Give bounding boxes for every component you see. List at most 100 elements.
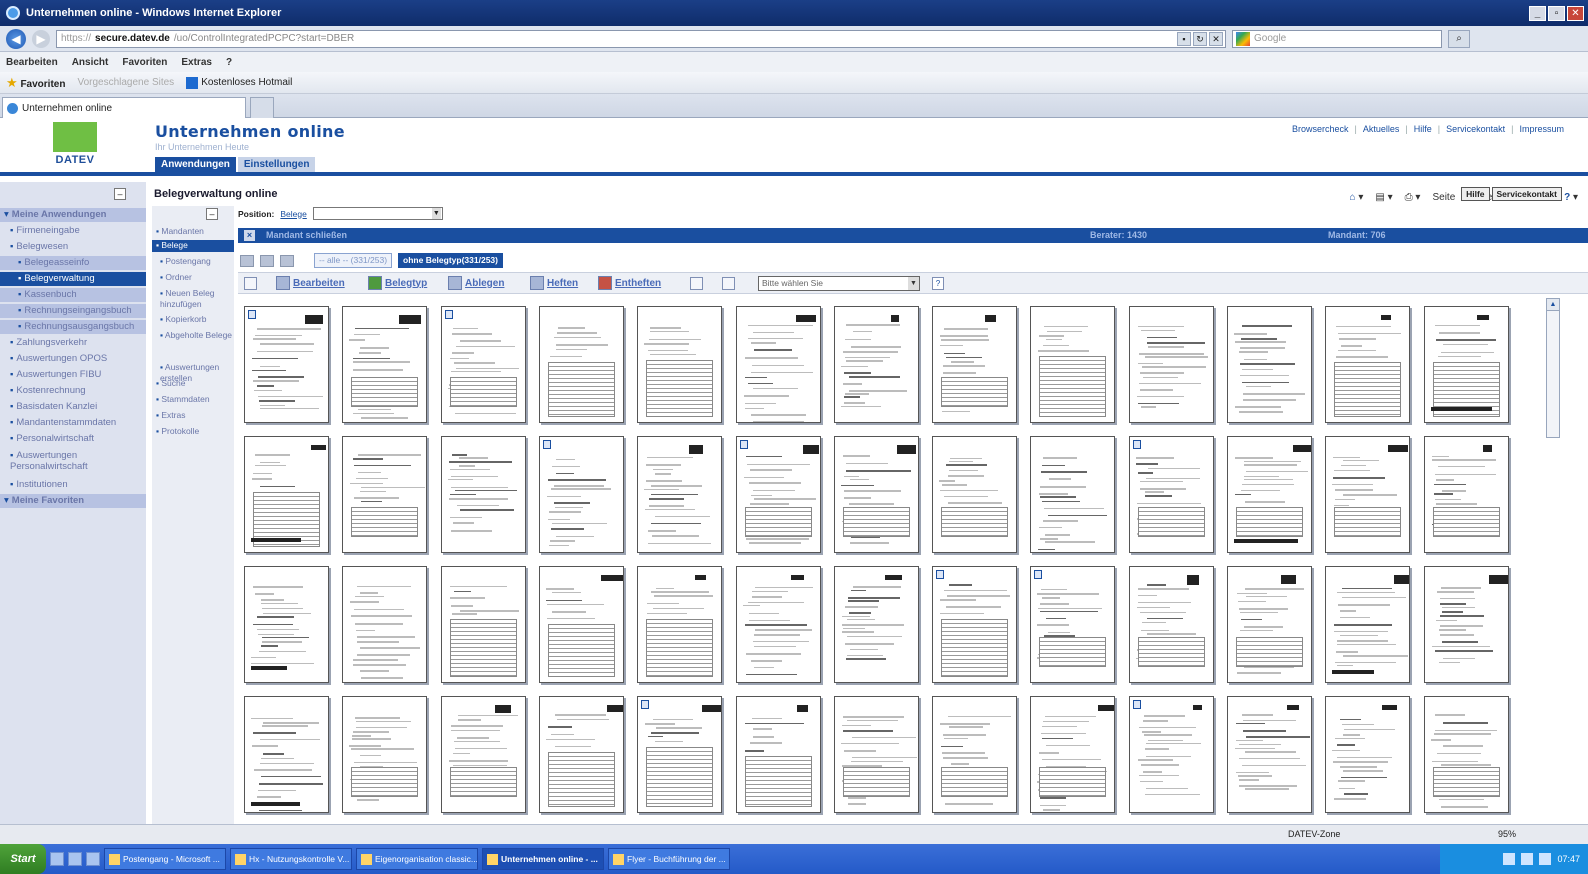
subnav-item-kopierkorb[interactable]: ▪ Kopierkorb: [152, 314, 234, 326]
hilfe-button[interactable]: Hilfe: [1461, 187, 1490, 201]
document-thumbnail[interactable]: [342, 306, 427, 423]
sidebar-item-kassenbuch[interactable]: ▪ Kassenbuch: [0, 288, 146, 302]
taskbar-task[interactable]: Unternehmen online - ...: [482, 848, 604, 870]
sidebar-item-institutionen[interactable]: ▪ Institutionen: [0, 478, 146, 492]
document-thumbnail[interactable]: [834, 566, 919, 683]
document-thumbnail[interactable]: [441, 436, 526, 553]
impressum-link[interactable]: Impressum: [1519, 124, 1564, 134]
document-thumbnail[interactable]: [637, 696, 722, 813]
close-button[interactable]: ✕: [1567, 5, 1584, 21]
document-thumbnail[interactable]: [1129, 436, 1214, 553]
sidebar-item-belegverwaltung[interactable]: ▪ Belegverwaltung: [0, 272, 146, 286]
document-thumbnail[interactable]: [1030, 696, 1115, 813]
document-thumbnail[interactable]: [736, 306, 821, 423]
bearbeiten-button[interactable]: Bearbeiten: [276, 276, 345, 290]
document-thumbnail[interactable]: [244, 696, 329, 813]
document-thumbnail[interactable]: [1030, 306, 1115, 423]
maximize-button[interactable]: ▫: [1548, 5, 1565, 21]
tray-icon[interactable]: [1503, 853, 1516, 865]
collapse-subnav-button[interactable]: –: [206, 208, 218, 220]
servicekontakt-button[interactable]: Servicekontakt: [1491, 187, 1562, 201]
document-thumbnail[interactable]: [736, 566, 821, 683]
subnav-item-stammdaten[interactable]: ▪ Stammdaten: [152, 394, 234, 406]
sidebar-item-mandantenstammdaten[interactable]: ▪ Mandantenstammdaten: [0, 416, 146, 430]
document-thumbnail[interactable]: [834, 696, 919, 813]
aktuelles-link[interactable]: Aktuelles: [1363, 124, 1400, 134]
help-icon[interactable]: ? ▾: [1564, 192, 1578, 203]
subnav-item-postengang[interactable]: ▪ Postengang: [152, 256, 234, 268]
help-question-button[interactable]: ?: [932, 277, 944, 290]
view-list-icon[interactable]: [240, 254, 254, 267]
refresh-icon[interactable]: ↻: [1193, 31, 1207, 46]
close-mandant-link[interactable]: Mandant schließen: [266, 228, 347, 243]
back-button[interactable]: ◀: [6, 28, 26, 49]
document-thumbnail[interactable]: [539, 306, 624, 423]
document-icon[interactable]: [690, 277, 703, 290]
document-thumbnail[interactable]: [736, 696, 821, 813]
sidebar-item-basisdaten-kanzlei[interactable]: ▪ Basisdaten Kanzlei: [0, 400, 146, 414]
sidebar-item-kostenrechnung[interactable]: ▪ Kostenrechnung: [0, 384, 146, 398]
document-thumbnail[interactable]: [244, 306, 329, 423]
print-icon[interactable]: [722, 277, 735, 290]
sidebar-item-belegwesen[interactable]: ▪ Belegwesen: [0, 240, 146, 254]
document-thumbnail[interactable]: [1129, 696, 1214, 813]
heften-button[interactable]: Heften: [530, 276, 578, 290]
subnav-item-extras[interactable]: ▪ Extras: [152, 410, 234, 422]
filter-ohne-belegtyp[interactable]: ohne Belegtyp(331/253): [398, 253, 503, 268]
lock-icon[interactable]: ▪: [1177, 31, 1191, 46]
sidebar-item-rechnungsausgangsbuch[interactable]: ▪ Rechnungsausgangsbuch: [0, 320, 146, 334]
quicklaunch-ie-icon[interactable]: [50, 852, 64, 866]
hotmail-link[interactable]: Kostenloses Hotmail: [186, 76, 292, 89]
document-thumbnail[interactable]: [932, 436, 1017, 553]
document-thumbnail[interactable]: [1227, 566, 1312, 683]
document-thumbnail[interactable]: [1030, 566, 1115, 683]
start-button[interactable]: Start: [0, 844, 46, 874]
document-thumbnail[interactable]: [539, 436, 624, 553]
document-thumbnail[interactable]: [1129, 306, 1214, 423]
document-thumbnail[interactable]: [637, 306, 722, 423]
favorites-button[interactable]: ★ Favoriten: [6, 75, 65, 91]
quicklaunch-desktop-icon[interactable]: [68, 852, 82, 866]
menu-extras[interactable]: Extras: [181, 57, 212, 68]
tab-einstellungen[interactable]: Einstellungen: [237, 157, 316, 172]
document-thumbnail[interactable]: [441, 566, 526, 683]
tray-icon[interactable]: [1539, 853, 1552, 865]
refresh-view-icon[interactable]: [244, 277, 257, 290]
menu-edit[interactable]: Bearbeiten: [6, 57, 58, 68]
subnav-item-neuen-beleg-hinzufügen[interactable]: ▪ Neuen Beleg hinzufügen: [152, 288, 234, 310]
ablegen-button[interactable]: Ablegen: [448, 276, 504, 290]
document-thumbnail[interactable]: [1227, 306, 1312, 423]
servicekontakt-link[interactable]: Servicekontakt: [1446, 124, 1505, 134]
close-mandant-icon[interactable]: ×: [244, 230, 255, 241]
document-thumbnail[interactable]: [244, 566, 329, 683]
document-thumbnail[interactable]: [1325, 566, 1410, 683]
document-thumbnail[interactable]: [539, 566, 624, 683]
document-thumbnail[interactable]: [1129, 566, 1214, 683]
menu-view[interactable]: Ansicht: [72, 57, 109, 68]
document-thumbnail[interactable]: [637, 566, 722, 683]
print-icon[interactable]: ⎙ ▾: [1405, 192, 1421, 203]
view-thumbnail-icon[interactable]: [280, 254, 294, 267]
sidebar-item-auswertungen-opos[interactable]: ▪ Auswertungen OPOS: [0, 352, 146, 366]
hilfe-link[interactable]: Hilfe: [1414, 124, 1432, 134]
collapse-nav-button[interactable]: –: [114, 188, 126, 200]
document-thumbnail[interactable]: [1325, 306, 1410, 423]
browser-tab-active[interactable]: Unternehmen online: [2, 97, 246, 118]
document-thumbnail[interactable]: [342, 436, 427, 553]
cmd-page[interactable]: Seite: [1432, 192, 1455, 203]
sidebar-item-firmeneingabe[interactable]: ▪ Firmeneingabe: [0, 224, 146, 238]
document-thumbnail[interactable]: [1030, 436, 1115, 553]
document-thumbnail[interactable]: [834, 306, 919, 423]
sidebar-item-personalwirtschaft[interactable]: ▪ Personalwirtschaft: [0, 432, 146, 446]
thumbnail-scrollbar[interactable]: ▲: [1546, 298, 1560, 438]
document-thumbnail[interactable]: [1227, 436, 1312, 553]
document-thumbnail[interactable]: [932, 306, 1017, 423]
document-thumbnail[interactable]: [736, 436, 821, 553]
scroll-up-icon[interactable]: ▲: [1547, 299, 1559, 311]
subnav-item-ordner[interactable]: ▪ Ordner: [152, 272, 234, 284]
url-field[interactable]: https:// secure.datev.de /uo/ControlInte…: [56, 29, 1226, 48]
zoom-level[interactable]: 95%: [1498, 829, 1516, 839]
taskbar-task[interactable]: Hx - Nutzungskontrolle V...: [230, 848, 352, 870]
new-tab-button[interactable]: [250, 97, 274, 118]
forward-button[interactable]: ▶: [32, 29, 50, 48]
